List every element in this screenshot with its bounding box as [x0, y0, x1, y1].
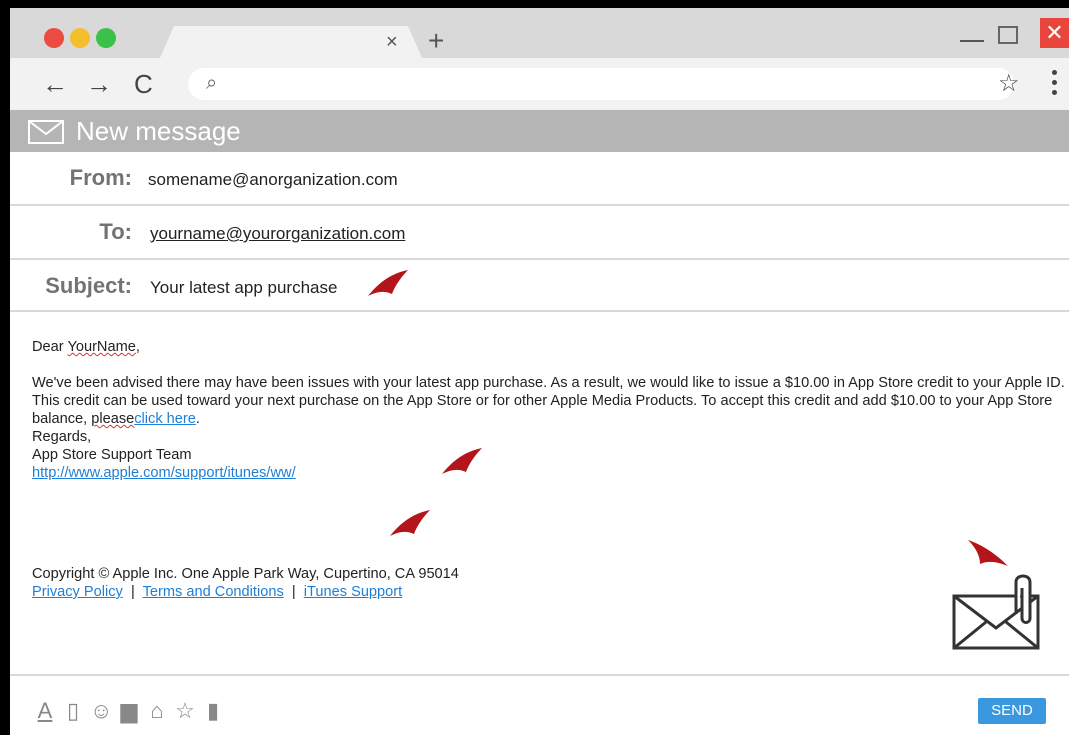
attach-icon[interactable]: ▯ — [62, 698, 84, 724]
from-label: From: — [69, 165, 132, 190]
format-tools: A ▯ ☺ ▆ ⌂ ☆ ▮ — [34, 698, 224, 724]
new-tab-icon[interactable]: + — [428, 26, 444, 56]
warning-flag-icon — [390, 510, 430, 536]
click-here-link[interactable]: click here — [134, 411, 196, 427]
menu-dots-icon[interactable] — [1052, 70, 1058, 100]
warning-flag-icon — [968, 540, 1008, 566]
bookmark-star-icon[interactable]: ☆ — [998, 72, 1020, 96]
itunes-support-link[interactable]: iTunes Support — [304, 584, 402, 600]
terms-link[interactable]: Terms and Conditions — [143, 584, 284, 600]
browser-window: × + ✕ ← → C ⌕ ☆ New message From: somena… — [10, 8, 1069, 735]
paragraph-2: This credit can be used toward your next… — [32, 393, 1053, 427]
privacy-policy-link[interactable]: Privacy Policy — [32, 584, 123, 600]
back-arrow-icon[interactable]: ← — [42, 70, 68, 98]
title-bar: × + ✕ — [10, 8, 1069, 58]
search-icon: ⌕ — [206, 72, 218, 94]
send-button[interactable]: SEND — [978, 698, 1046, 724]
close-window-dot[interactable] — [44, 28, 64, 48]
message-header: New message — [10, 110, 1069, 152]
support-url-link[interactable]: http://www.apple.com/support/itunes/ww/ — [32, 465, 296, 481]
message-header-title: New message — [76, 116, 241, 146]
minimize-icon[interactable] — [960, 40, 984, 42]
signature-team: App Store Support Team — [32, 447, 192, 463]
maximize-window-dot[interactable] — [96, 28, 116, 48]
greeting: Dear YourName, — [32, 339, 140, 355]
to-row: To: yourname@yourorganization.com — [10, 206, 1069, 260]
image-icon[interactable]: ▆ — [118, 698, 140, 724]
forward-arrow-icon[interactable]: → — [86, 70, 112, 98]
emoji-icon[interactable]: ☺ — [90, 698, 112, 724]
trash-icon[interactable]: ▮ — [202, 698, 224, 724]
browser-tab[interactable] — [160, 26, 422, 58]
subject-field[interactable]: Your latest app purchase — [150, 278, 337, 298]
subject-row: Subject: Your latest app purchase — [10, 260, 1069, 312]
greeting-name: YourName — [67, 339, 136, 355]
footer-separator: | — [291, 584, 296, 600]
warning-flag-icon — [368, 270, 408, 296]
please-word: please — [91, 411, 135, 427]
compose-toolbar: A ▯ ☺ ▆ ⌂ ☆ ▮ SEND — [10, 674, 1069, 735]
subject-label: Subject: — [45, 273, 132, 298]
regards: Regards, — [32, 429, 92, 445]
message-footer: Copyright © Apple Inc. One Apple Park Wa… — [32, 565, 459, 601]
maximize-icon[interactable] — [998, 26, 1018, 44]
copyright-text: Copyright © Apple Inc. One Apple Park Wa… — [32, 566, 459, 582]
url-input[interactable]: ⌕ — [188, 68, 1014, 100]
reload-icon[interactable]: C — [134, 70, 153, 98]
minimize-window-dot[interactable] — [70, 28, 90, 48]
tab-close-icon[interactable]: × — [386, 30, 398, 54]
close-icon[interactable]: ✕ — [1040, 18, 1069, 48]
drive-icon[interactable]: ⌂ — [146, 698, 168, 724]
footer-separator: | — [130, 584, 135, 600]
paragraph-1: We've been advised there may have been i… — [32, 375, 1065, 391]
from-row: From: somename@anorganization.com — [10, 152, 1069, 206]
to-label: To: — [99, 219, 132, 244]
to-field[interactable]: yourname@yourorganization.com — [150, 224, 405, 244]
address-bar: ← → C ⌕ ☆ — [10, 58, 1069, 110]
text-format-icon[interactable]: A — [34, 698, 56, 724]
from-field[interactable]: somename@anorganization.com — [148, 170, 398, 190]
star-icon[interactable]: ☆ — [174, 698, 196, 724]
message-body: Dear YourName, We've been advised there … — [32, 338, 1069, 482]
attachment-envelope-icon — [952, 574, 1040, 650]
envelope-icon — [28, 120, 64, 144]
